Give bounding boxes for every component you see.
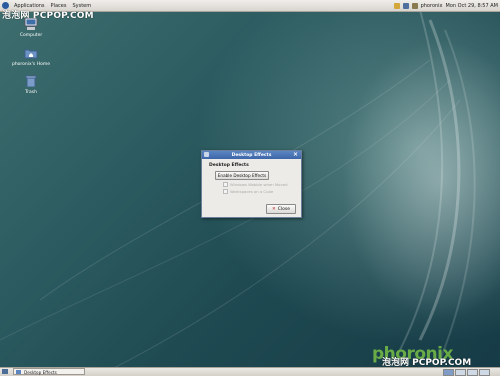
dialog-title: Desktop Effects [231, 152, 272, 158]
user-name[interactable]: phoronix [421, 3, 443, 9]
checkbox-label: Workspaces on a Cube [230, 189, 274, 194]
enable-desktop-effects-button[interactable]: Enable Desktop Effects [215, 171, 269, 180]
desktop-icon-home[interactable]: phoronix's Home [9, 47, 53, 67]
clock[interactable]: Mon Oct 29, 8:57 AM [446, 3, 498, 9]
window-icon [16, 370, 21, 374]
desktop-icon-label: Computer [19, 33, 43, 38]
notes-icon[interactable] [393, 2, 400, 9]
volume-icon[interactable] [411, 2, 418, 9]
desktop-icon-trash[interactable]: Trash [9, 75, 53, 95]
computer-icon [24, 17, 38, 30]
close-icon[interactable]: × [293, 151, 298, 159]
desktop-icon-label: Trash [25, 90, 37, 95]
network-icon[interactable] [402, 2, 409, 9]
desktop-icon-label: phoronix's Home [11, 62, 51, 67]
trash-icon [25, 75, 37, 88]
checkbox-box[interactable] [223, 189, 228, 194]
show-desktop-icon[interactable] [2, 369, 8, 374]
checkbox-label: Windows Wobble when Moved [230, 182, 288, 187]
taskbar-label: Desktop Effects [24, 370, 57, 375]
system-tray: phoronix Mon Oct 29, 8:57 AM [393, 0, 498, 11]
cube-checkbox[interactable]: Workspaces on a Cube [223, 189, 273, 194]
taskbar-button-desktop-effects[interactable]: Desktop Effects [13, 368, 85, 375]
window-icon[interactable] [204, 152, 209, 157]
checkbox-box[interactable] [223, 182, 228, 187]
close-x-icon: ✕ [271, 206, 276, 212]
close-button[interactable]: ✕ Close [266, 204, 296, 214]
dialog-heading: Desktop Effects [209, 163, 249, 168]
desktop-icon-computer[interactable]: Computer [9, 17, 53, 38]
wobble-checkbox[interactable]: Windows Wobble when Moved [223, 182, 287, 187]
home-folder-icon [24, 49, 38, 59]
desktop-effects-dialog: Desktop Effects × Desktop Effects Enable… [201, 150, 302, 218]
close-button-label: Close [277, 206, 291, 212]
dialog-titlebar[interactable]: Desktop Effects × [202, 151, 301, 159]
